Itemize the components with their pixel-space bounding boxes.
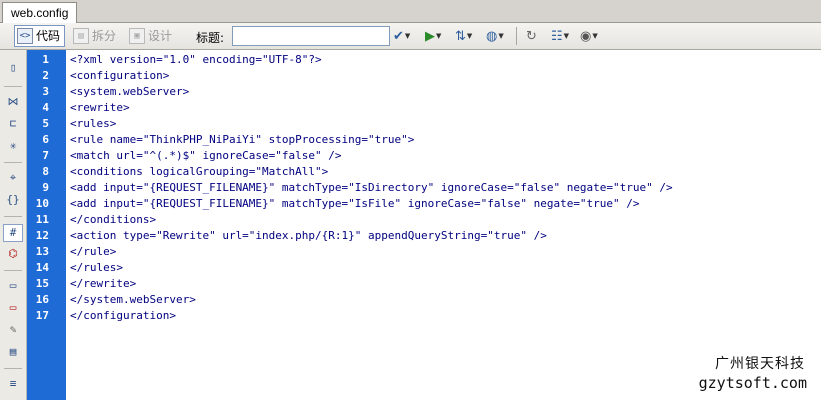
refresh-icon: ↻: [526, 28, 537, 44]
chevron-down-icon: ▼: [404, 32, 411, 40]
chevron-down-icon: ▼: [592, 32, 598, 40]
line-number: 3: [42, 85, 49, 98]
code-line[interactable]: <add input="{REQUEST_FILENAME}" matchTyp…: [70, 180, 673, 196]
toolbar-divider: [516, 27, 517, 45]
line-number: 10: [35, 197, 49, 210]
toolbar-divider: [4, 368, 22, 369]
line-number: 7: [42, 149, 49, 162]
line-number: 11: [35, 213, 49, 226]
code-view-icon: <>: [17, 28, 33, 44]
line-number: 2: [42, 69, 49, 82]
code-line[interactable]: </configuration>: [70, 308, 176, 324]
watermark-company-name: 广州银天科技: [715, 356, 805, 372]
eye-icon: ◉: [580, 28, 592, 44]
visual-aids-button[interactable]: ◉ ▼: [580, 27, 598, 45]
preview-browser-button[interactable]: ◍ ▼: [486, 27, 504, 45]
code-line[interactable]: <system.webServer>: [70, 84, 189, 100]
code-line[interactable]: <match url="^(.*)$" ignoreCase="false" /…: [70, 148, 342, 164]
line-number: 12: [35, 229, 49, 242]
recent-snippets-icon[interactable]: ▤: [5, 344, 21, 360]
line-number: 15: [35, 277, 49, 290]
title-label: 标题:: [196, 31, 225, 45]
line-number: 6: [42, 133, 49, 146]
code-line[interactable]: <rules>: [70, 116, 116, 132]
line-number: 13: [35, 245, 49, 258]
design-view-button[interactable]: ▣ 设计: [126, 25, 177, 47]
chevron-down-icon: ▼: [436, 32, 442, 40]
code-line[interactable]: <?xml version="1.0" encoding="UTF-8"?>: [70, 52, 322, 68]
globe-icon: ◍: [486, 28, 498, 44]
document-toolbar: <> 代码 ▤ 拆分 ▣ 设计 标题: ✔ ▼ ▶ ▼ ⇅ ▼ ◍ ▼ ↻ ☷ ▼ ◉ ▼: [0, 23, 821, 50]
view-options-button[interactable]: ☷ ▼: [551, 27, 569, 45]
view-options-icon: ☷: [551, 28, 563, 44]
line-number: 16: [35, 293, 49, 306]
line-number: 1: [42, 53, 49, 66]
up-down-arrows-icon: ⇅: [455, 28, 466, 44]
check-compatibility-button[interactable]: ▶ ▼: [425, 27, 441, 45]
code-line[interactable]: <add input="{REQUEST_FILENAME}" matchTyp…: [70, 196, 640, 212]
wrap-tag-icon[interactable]: ✎: [5, 322, 21, 338]
chevron-down-icon: ▼: [498, 32, 504, 40]
code-view-label: 代码: [36, 29, 61, 43]
code-line[interactable]: <rewrite>: [70, 100, 130, 116]
validate-markup-button[interactable]: ✔ ▼: [393, 27, 410, 45]
document-tab-bar: web.config: [0, 0, 821, 23]
validate-icon: ✔: [393, 28, 404, 44]
line-number: 5: [42, 117, 49, 130]
code-line[interactable]: </rewrite>: [70, 276, 136, 292]
code-line[interactable]: </rules>: [70, 260, 123, 276]
chevron-down-icon: ▼: [563, 32, 570, 40]
refresh-button[interactable]: ↻: [526, 27, 537, 45]
code-line[interactable]: <action type="Rewrite" url="index.php/{R…: [70, 228, 547, 244]
title-input[interactable]: [232, 26, 390, 46]
line-number-gutter: 1 2 3 4 5 6 7 8 9 10 11 12 13 14 15 16 1…: [27, 50, 66, 400]
chevron-down-icon: ▼: [466, 32, 473, 40]
code-line[interactable]: </conditions>: [70, 212, 156, 228]
indent-code-icon[interactable]: ≡: [5, 376, 21, 392]
split-view-button[interactable]: ▤ 拆分: [70, 25, 121, 47]
code-line[interactable]: </system.webServer>: [70, 292, 196, 308]
compatibility-icon: ▶: [425, 28, 435, 44]
split-view-label: 拆分: [92, 29, 117, 43]
line-number: 9: [42, 181, 49, 194]
design-view-icon: ▣: [129, 28, 145, 44]
line-number: 4: [42, 101, 49, 114]
code-view-button[interactable]: <> 代码: [14, 25, 66, 47]
document-tab[interactable]: web.config: [2, 2, 78, 23]
line-number: 17: [35, 309, 49, 322]
code-line[interactable]: <conditions logicalGrouping="MatchAll">: [70, 164, 328, 180]
split-view-icon: ▤: [73, 28, 89, 44]
code-line[interactable]: <rule name="ThinkPHP_NiPaiYi" stopProces…: [70, 132, 414, 148]
line-number: 8: [42, 165, 49, 178]
file-transfer-button[interactable]: ⇅ ▼: [455, 27, 472, 45]
code-line[interactable]: </rule>: [70, 244, 116, 260]
code-line[interactable]: <configuration>: [70, 68, 169, 84]
design-view-label: 设计: [148, 29, 173, 43]
watermark-url: gzytsoft.com: [698, 374, 807, 392]
line-number: 14: [35, 261, 49, 274]
